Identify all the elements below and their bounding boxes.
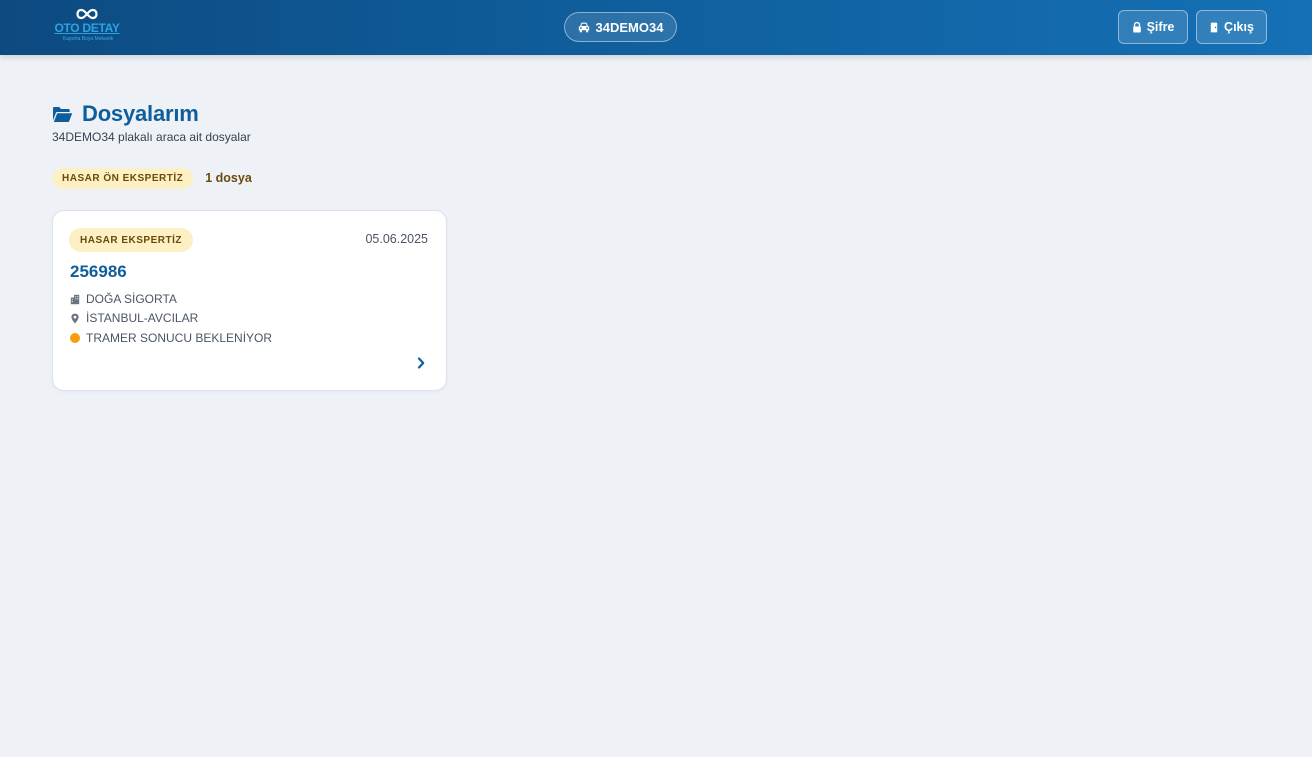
change-password-button[interactable]: Şifre <box>1118 10 1188 44</box>
vehicle-plate-pill[interactable]: 34DEMO34 <box>564 12 677 42</box>
logo-tagline: Kaporta Boya Mekanik <box>62 36 114 42</box>
file-count: 1 dosya <box>205 171 252 185</box>
category-badge: HASAR ÖN EKSPERTİZ <box>52 167 194 189</box>
chevron-right-icon[interactable] <box>416 356 426 370</box>
change-password-label: Şifre <box>1146 20 1175 34</box>
file-status: TRAMER SONUCU BEKLENİYOR <box>70 330 272 346</box>
file-status-text: TRAMER SONUCU BEKLENİYOR <box>86 331 273 345</box>
lock-icon <box>1132 21 1141 32</box>
logo-wordmark: OTO DETAY <box>54 21 120 35</box>
category-summary: HASAR ÖN EKSPERTİZ 1 dosya <box>52 167 252 189</box>
top-navbar: OTO DETAY Kaporta Boya Mekanik 34DEMO34 … <box>0 0 1312 55</box>
page-title: Dosyalarım <box>52 101 199 127</box>
door-icon <box>1210 22 1218 32</box>
page-title-text: Dosyalarım <box>82 101 199 126</box>
file-company: DOĞA SİGORTA <box>70 291 177 307</box>
file-location-text: İSTANBUL-AVCILAR <box>86 311 199 325</box>
infinity-logo-icon <box>76 8 98 20</box>
file-type-badge: HASAR EKSPERTİZ <box>69 228 193 252</box>
plate-text: 34DEMO34 <box>595 19 664 35</box>
file-date: 05.06.2025 <box>365 232 428 246</box>
file-card[interactable]: HASAR EKSPERTİZ 05.06.2025 256986 DOĞA S… <box>52 210 447 391</box>
map-pin-icon <box>70 313 80 324</box>
page-subtitle: 34DEMO34 plakalı araca ait dosyalar <box>52 130 251 144</box>
building-icon <box>70 294 80 305</box>
car-icon <box>578 22 589 32</box>
status-dot-icon <box>70 333 80 343</box>
logout-label: Çıkış <box>1224 20 1254 34</box>
logout-button[interactable]: Çıkış <box>1196 10 1267 44</box>
file-location: İSTANBUL-AVCILAR <box>70 310 198 326</box>
brand-logo[interactable]: OTO DETAY Kaporta Boya Mekanik <box>52 7 124 47</box>
folder-open-icon <box>53 106 73 122</box>
file-company-text: DOĞA SİGORTA <box>86 292 177 306</box>
file-number: 256986 <box>70 262 127 281</box>
